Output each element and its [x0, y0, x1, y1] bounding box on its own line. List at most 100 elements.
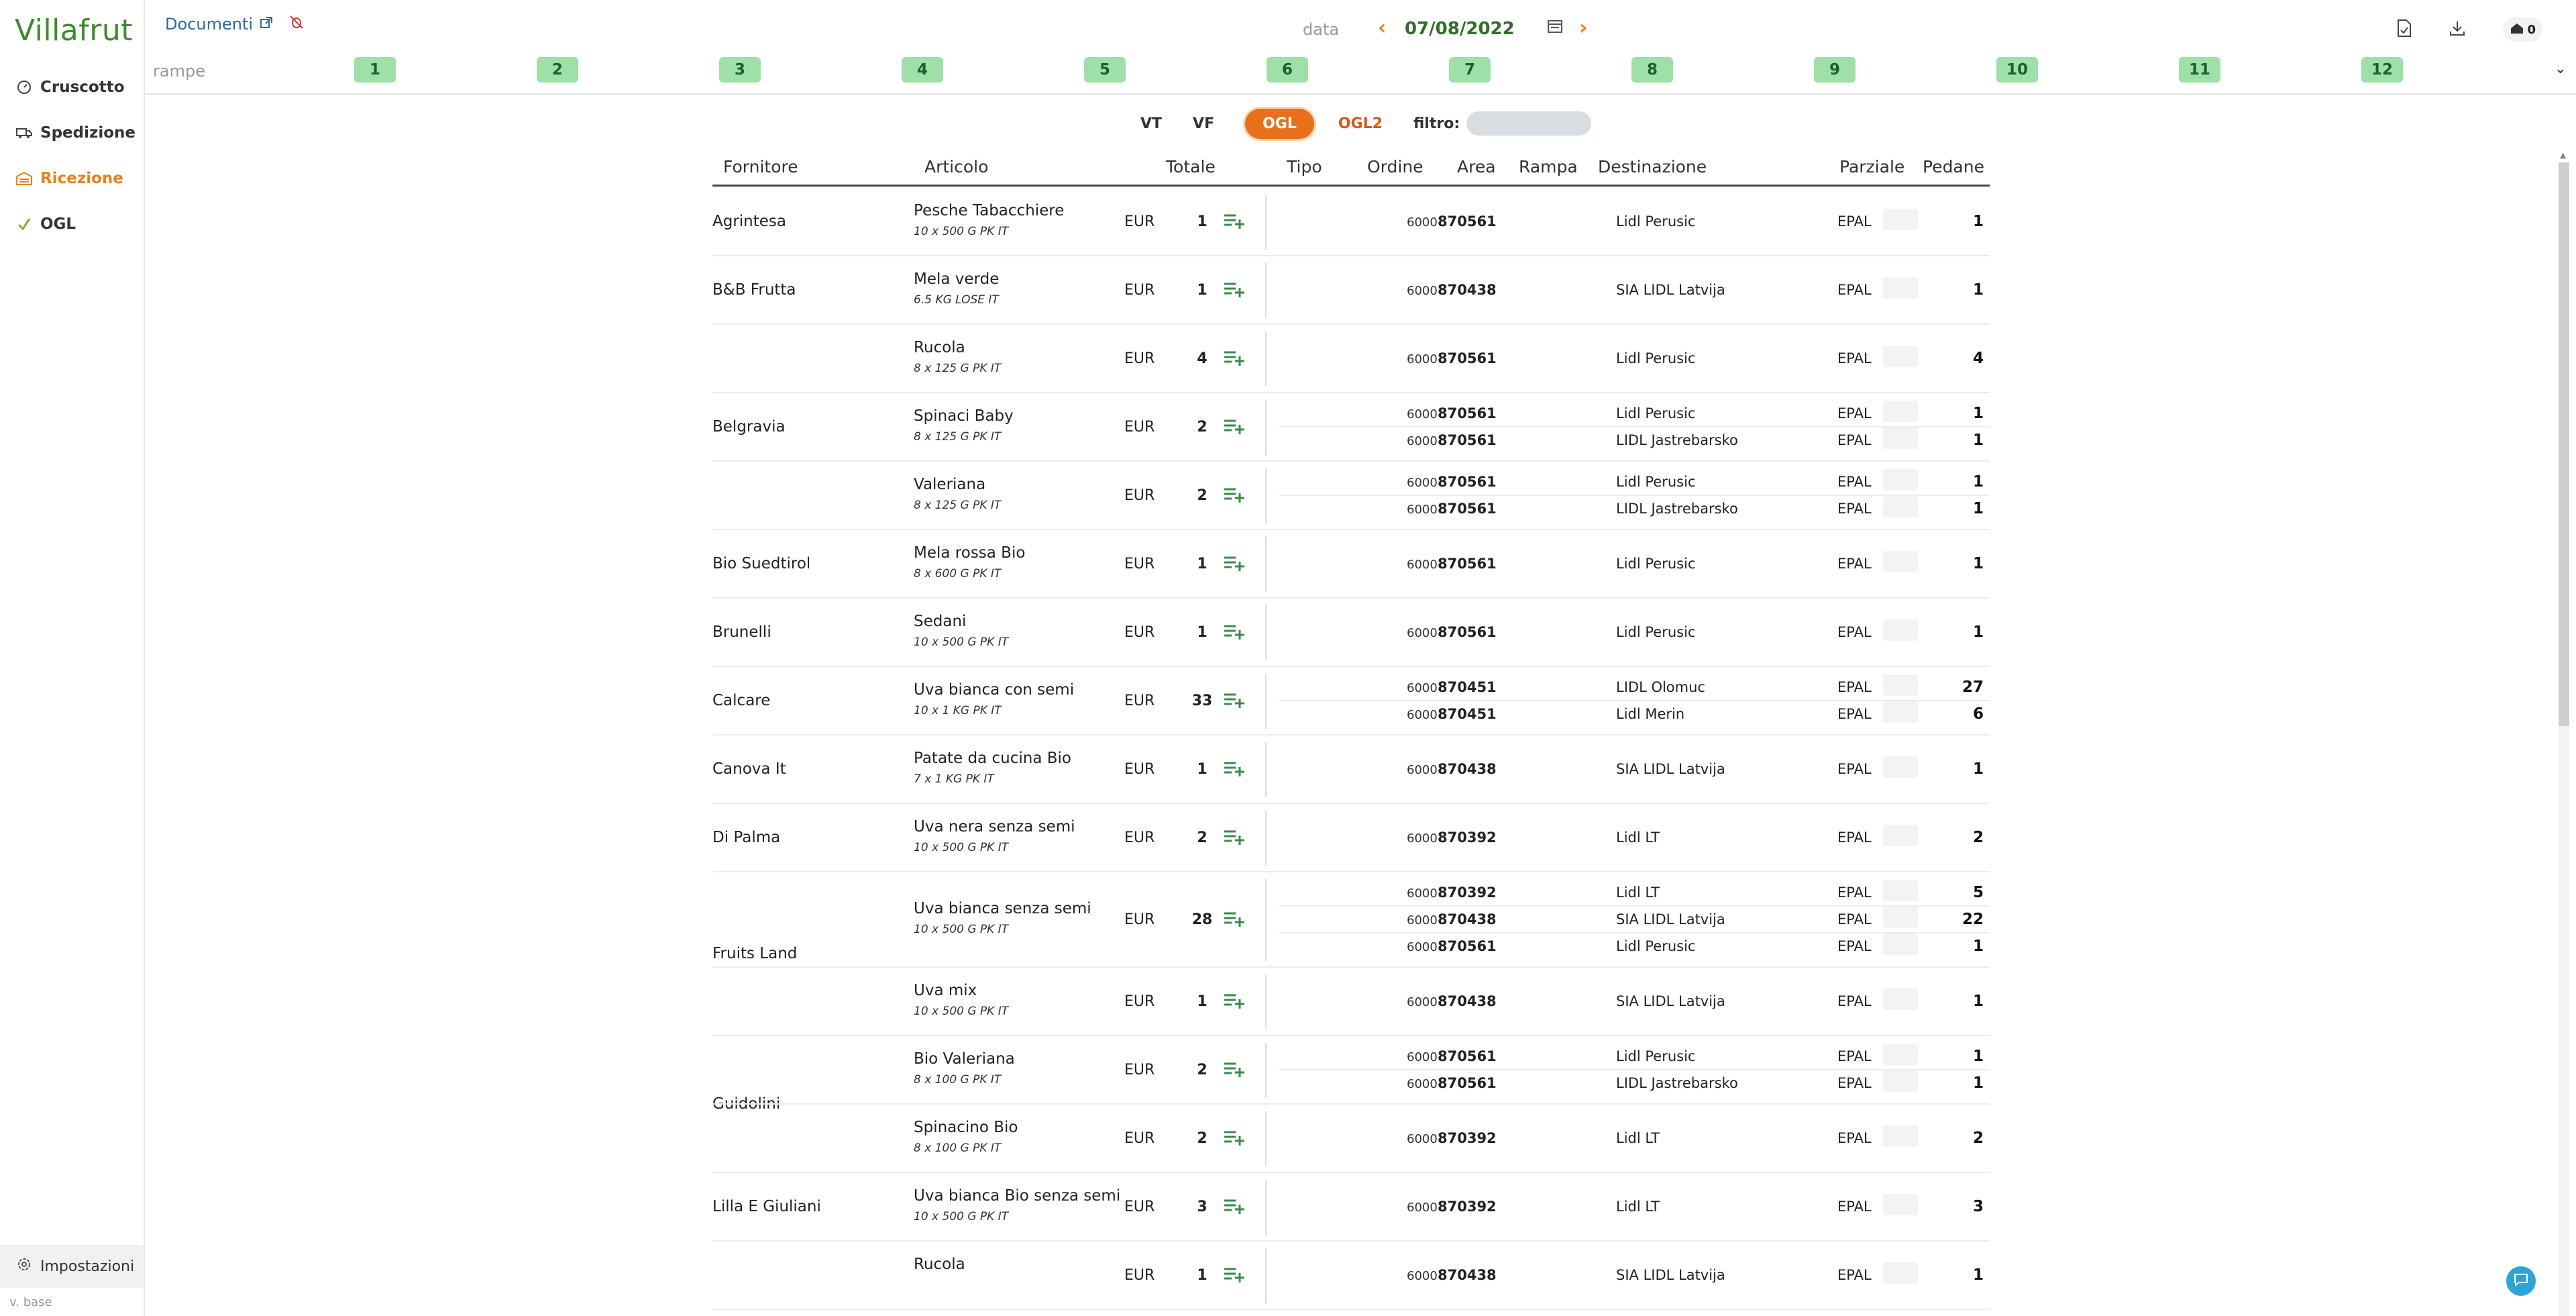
ramp-button[interactable]: 2 — [537, 57, 578, 83]
ramp-button[interactable]: 11 — [2179, 57, 2220, 83]
destination-row[interactable]: 6000 870561 LIDL Jastrebarsko EPAL 1 — [1279, 427, 1990, 454]
chevron-down-icon[interactable]: ⌄ — [2555, 60, 2567, 77]
settings-button[interactable]: Impostazioni — [0, 1245, 144, 1288]
previous-date-button[interactable]: ‹ — [1378, 16, 1386, 40]
destination-row[interactable]: 6000 870561 Lidl Perusic EPAL 4 — [1279, 346, 1990, 372]
scrollbar[interactable]: ▲ — [2555, 149, 2569, 1316]
partial-field[interactable] — [1883, 427, 1918, 449]
destination-row[interactable]: 6000 870392 Lidl LT EPAL 2 — [1279, 1125, 1990, 1152]
partial-field[interactable] — [1883, 907, 1918, 928]
destination-row[interactable]: 6000 870451 Lidl Merin EPAL 6 — [1279, 701, 1990, 728]
documents-link[interactable]: Documenti — [165, 15, 304, 34]
destination-row[interactable]: 6000 870561 Lidl Perusic EPAL 1 — [1279, 933, 1990, 960]
add-to-list-icon[interactable] — [1224, 993, 1245, 1013]
scroll-thumb[interactable] — [2559, 162, 2569, 726]
ramp-button[interactable]: 7 — [1449, 57, 1491, 83]
destination-row[interactable]: 6000 870561 LIDL Jastrebarsko EPAL 1 — [1279, 1070, 1990, 1097]
date-value[interactable]: 07/08/2022 — [1405, 19, 1515, 39]
partial-field[interactable] — [1883, 277, 1918, 299]
col-ordine[interactable]: Ordine — [1367, 157, 1424, 176]
tab-ogl2[interactable]: OGL2 — [1338, 115, 1383, 132]
calendar-icon[interactable] — [1547, 19, 1563, 36]
col-destinazione[interactable]: Destinazione — [1598, 157, 1707, 176]
partial-field[interactable] — [1883, 551, 1918, 572]
tab-vt[interactable]: VT — [1140, 115, 1162, 132]
partial-field[interactable] — [1883, 933, 1918, 955]
partial-field[interactable] — [1883, 346, 1918, 367]
ramp-button[interactable]: 4 — [902, 57, 943, 83]
user-menu[interactable]: 0 — [2503, 17, 2542, 42]
partial-field[interactable] — [1883, 1262, 1918, 1284]
next-date-button[interactable]: › — [1579, 16, 1587, 40]
col-parziale[interactable]: Parziale — [1839, 157, 1904, 176]
col-articolo[interactable]: Articolo — [924, 157, 988, 176]
bug-icon[interactable] — [289, 15, 304, 34]
add-to-list-icon[interactable] — [1224, 760, 1245, 780]
sidebar-item-cruscotto[interactable]: Cruscotto — [16, 74, 125, 101]
add-to-list-icon[interactable] — [1224, 213, 1245, 233]
tab-ogl[interactable]: OGL — [1245, 108, 1314, 139]
add-to-list-icon[interactable] — [1224, 350, 1245, 370]
partial-field[interactable] — [1883, 1070, 1918, 1092]
destination-row[interactable]: 6000 870561 Lidl Perusic EPAL 1 — [1279, 619, 1990, 646]
download-icon[interactable] — [2449, 20, 2465, 39]
destination-row[interactable]: 6000 870392 Lidl LT EPAL 3 — [1279, 1194, 1990, 1221]
col-area[interactable]: Area — [1457, 157, 1496, 176]
sidebar-item-spedizione[interactable]: Spedizione — [16, 119, 136, 146]
destination-row[interactable]: 6000 870561 Lidl Perusic EPAL 1 — [1279, 551, 1990, 578]
partial-field[interactable] — [1883, 674, 1918, 696]
col-fornitore[interactable]: Fornitore — [723, 157, 798, 176]
partial-field[interactable] — [1883, 989, 1918, 1010]
partial-field[interactable] — [1883, 469, 1918, 491]
partial-field[interactable] — [1883, 1125, 1918, 1147]
ramp-button[interactable]: 3 — [719, 57, 761, 83]
ramp-button[interactable]: 6 — [1267, 57, 1308, 83]
destination-row[interactable]: 6000 870438 SIA LIDL Latvija EPAL 1 — [1279, 989, 1990, 1015]
add-to-list-icon[interactable] — [1224, 418, 1245, 438]
partial-field[interactable] — [1883, 496, 1918, 517]
col-totale[interactable]: Totale — [1166, 157, 1216, 176]
ramp-button[interactable]: 9 — [1814, 57, 1856, 83]
destination-row[interactable]: 6000 870561 Lidl Perusic EPAL 1 — [1279, 209, 1990, 236]
destination-row[interactable]: 6000 870438 SIA LIDL Latvija EPAL 22 — [1279, 907, 1990, 933]
add-to-list-icon[interactable] — [1224, 829, 1245, 849]
ramp-button[interactable]: 1 — [354, 57, 396, 83]
destination-row[interactable]: 6000 870392 Lidl LT EPAL 5 — [1279, 880, 1990, 907]
col-pedane[interactable]: Pedane — [1923, 157, 1984, 176]
add-to-list-icon[interactable] — [1224, 281, 1245, 301]
add-to-list-icon[interactable] — [1224, 623, 1245, 644]
ramp-button[interactable]: 5 — [1084, 57, 1126, 83]
sidebar-item-ricezione[interactable]: Ricezione — [16, 165, 123, 192]
tab-vf[interactable]: VF — [1193, 115, 1214, 132]
add-to-list-icon[interactable] — [1224, 1198, 1245, 1218]
partial-field[interactable] — [1883, 401, 1918, 422]
add-to-list-icon[interactable] — [1224, 1129, 1245, 1150]
destination-row[interactable]: 6000 870561 Lidl Perusic EPAL 1 — [1279, 469, 1990, 496]
partial-field[interactable] — [1883, 756, 1918, 778]
add-to-list-icon[interactable] — [1224, 487, 1245, 507]
destination-row[interactable]: 6000 870438 SIA LIDL Latvija EPAL 1 — [1279, 756, 1990, 783]
ramp-button[interactable]: 8 — [1631, 57, 1673, 83]
app-logo[interactable]: Villafrut — [15, 13, 133, 48]
destination-row[interactable]: 6000 870561 Lidl Perusic EPAL 1 — [1279, 1044, 1990, 1070]
col-rampa[interactable]: Rampa — [1519, 157, 1578, 176]
add-to-list-icon[interactable] — [1224, 911, 1245, 931]
scroll-up-icon[interactable]: ▲ — [2560, 150, 2566, 160]
ramp-button[interactable]: 12 — [2361, 57, 2403, 83]
partial-field[interactable] — [1883, 1194, 1918, 1215]
destination-row[interactable]: 6000 870451 LIDL Olomuc EPAL 27 — [1279, 674, 1990, 701]
partial-field[interactable] — [1883, 701, 1918, 723]
sidebar-item-ogl[interactable]: OGL — [16, 211, 76, 238]
ramp-button[interactable]: 10 — [1996, 57, 2038, 83]
destination-row[interactable]: 6000 870561 LIDL Jastrebarsko EPAL 1 — [1279, 496, 1990, 523]
destination-row[interactable]: 6000 870438 SIA LIDL Latvija EPAL 1 — [1279, 277, 1990, 304]
destination-row[interactable]: 6000 870561 Lidl Perusic EPAL 1 — [1279, 401, 1990, 427]
filter-input[interactable] — [1466, 111, 1592, 136]
partial-field[interactable] — [1883, 1044, 1918, 1065]
destination-row[interactable]: 6000 870392 Lidl LT EPAL 2 — [1279, 825, 1990, 852]
partial-field[interactable] — [1883, 825, 1918, 846]
partial-field[interactable] — [1883, 619, 1918, 641]
add-to-list-icon[interactable] — [1224, 555, 1245, 575]
add-to-list-icon[interactable] — [1224, 1061, 1245, 1081]
add-to-list-icon[interactable] — [1224, 1266, 1245, 1286]
